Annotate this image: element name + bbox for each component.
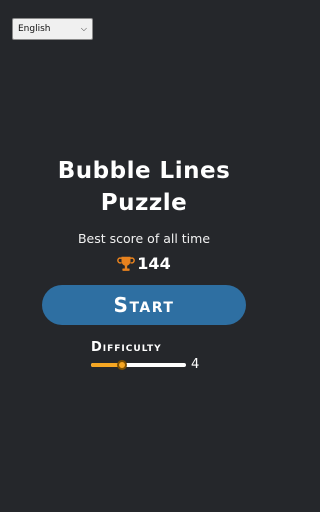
best-score-label: Best score of all time xyxy=(77,231,211,246)
difficulty-slider[interactable] xyxy=(91,360,186,370)
start-button-label: Start xyxy=(113,293,175,317)
trophy-icon xyxy=(117,256,136,271)
difficulty-slider-thumb[interactable] xyxy=(117,360,128,370)
start-button[interactable]: Start xyxy=(42,285,246,325)
best-score-value: 144 xyxy=(137,254,171,273)
best-score: 144 xyxy=(0,254,288,273)
game-title-line-2: Puzzle xyxy=(100,190,188,216)
difficulty-label: Difficulty xyxy=(91,340,162,355)
language-select[interactable]: English ⌵ xyxy=(12,18,93,40)
game-title: Bubble Lines Puzzle xyxy=(0,155,288,219)
chevron-down-icon: ⌵ xyxy=(80,24,87,33)
difficulty-value: 4 xyxy=(191,357,200,372)
language-select-value: English xyxy=(18,24,51,34)
game-title-line-1: Bubble Lines xyxy=(57,158,231,184)
